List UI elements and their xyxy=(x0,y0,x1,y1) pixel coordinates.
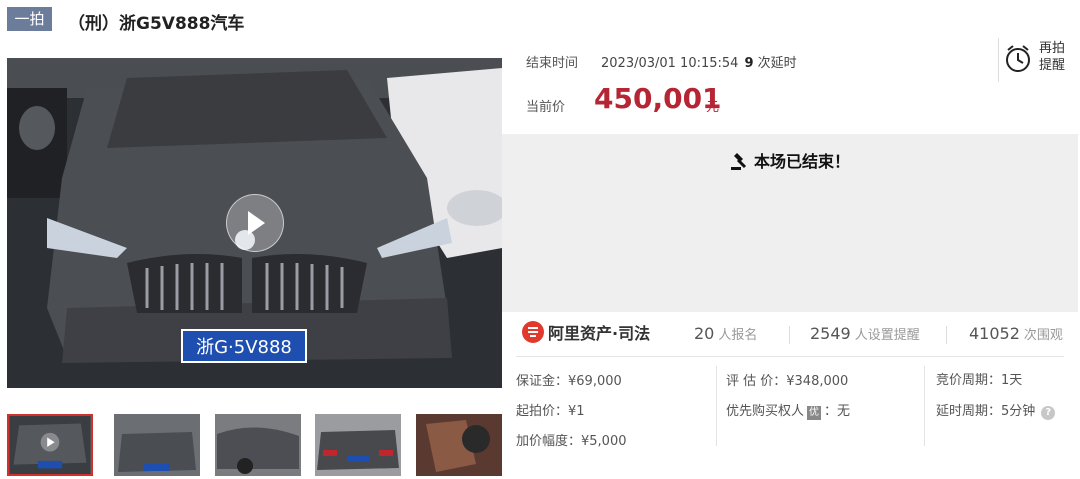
play-video-button[interactable] xyxy=(226,194,284,252)
thumbnail-4[interactable] xyxy=(315,414,401,476)
ali-assets-logo-icon xyxy=(522,321,544,343)
platform-logo[interactable]: 阿里资产·司法 xyxy=(522,320,650,346)
current-price-label: 当前价 xyxy=(526,100,566,115)
license-plate-text: 浙G·5V888 xyxy=(196,337,292,358)
priority-buyer-label: 优先购买权人 xyxy=(726,404,805,419)
platform-name: 阿里资产·司法 xyxy=(548,324,651,343)
reminders-stat: 2549 人设置提醒 xyxy=(810,324,920,343)
stat-divider xyxy=(789,326,790,344)
start-price: 起拍价：¥1 xyxy=(516,404,585,419)
auction-info: 结束时间 2023/03/01 10:15:54 9 次延时 当前价 450,00… xyxy=(502,38,1078,134)
views-label: 次围观 xyxy=(1023,328,1063,343)
alarm-clock-icon xyxy=(1006,45,1030,72)
end-time-value: 2023/03/01 10:15:54 9 次延时 xyxy=(601,52,797,71)
auction-ended-message: 本场已结束！ xyxy=(502,148,1078,172)
appraisal-price: 评 估 价：¥348,000 xyxy=(726,374,849,389)
bid-period: 竞价周期：1天 xyxy=(936,373,1023,388)
reminder-label-line2: 提醒 xyxy=(1039,58,1066,73)
section-divider xyxy=(516,356,1064,357)
extend-period: 延时周期：5分钟? xyxy=(936,400,1056,420)
thumbnail-1[interactable] xyxy=(7,414,93,476)
help-icon[interactable]: ? xyxy=(1041,406,1056,420)
rebid-reminder-button[interactable]: 再拍 提醒 xyxy=(998,38,1078,82)
thumbnail-3[interactable] xyxy=(215,414,301,476)
priority-buyer-value: ：无 xyxy=(824,404,851,419)
current-price: 450,001 xyxy=(594,82,722,115)
column-divider xyxy=(716,366,717,446)
thumbnail-2[interactable] xyxy=(114,414,200,476)
price-unit: 元 xyxy=(706,100,720,115)
reminders-value: 2549 xyxy=(810,324,851,343)
extend-period-text: 延时周期：5分钟 xyxy=(936,404,1036,419)
bid-increment: 加价幅度：¥5,000 xyxy=(516,434,627,449)
priority-buyer: 优先购买权人优：无 xyxy=(726,400,850,420)
extension-label: 次延时 xyxy=(757,56,797,71)
signups-value: 20 xyxy=(694,324,715,343)
priority-icon: 优 xyxy=(807,406,822,420)
platform-bar: 阿里资产·司法 20 人报名 2549 人设置提醒 41052 次围观 xyxy=(502,312,1078,356)
page-title: （刑）浙G5V888汽车 xyxy=(68,14,245,34)
thumbnail-5[interactable] xyxy=(416,414,502,476)
column-divider xyxy=(924,366,925,446)
views-value: 41052 xyxy=(969,324,1020,343)
end-time-text: 2023/03/01 10:15:54 xyxy=(601,56,739,71)
main-car-photo[interactable]: 浙G·5V888 xyxy=(7,58,502,388)
reminder-label-line1: 再拍 xyxy=(1039,41,1066,56)
auction-round-badge: 一拍 xyxy=(7,7,52,31)
signups-stat: 20 人报名 xyxy=(694,324,757,343)
signups-label: 人报名 xyxy=(718,328,758,343)
gavel-icon xyxy=(730,153,747,170)
auction-ended-panel: 本场已结束！ xyxy=(502,134,1078,312)
extension-count: 9 xyxy=(744,56,754,71)
end-time-label: 结束时间 xyxy=(526,56,579,71)
stat-divider xyxy=(946,326,947,344)
ended-text: 本场已结束！ xyxy=(753,152,850,171)
play-icon xyxy=(248,211,265,235)
thumbnail-strip xyxy=(7,414,502,476)
deposit: 保证金：¥69,000 xyxy=(516,374,622,389)
reminders-label: 人设置提醒 xyxy=(854,328,920,343)
views-stat: 41052 次围观 xyxy=(969,324,1063,343)
